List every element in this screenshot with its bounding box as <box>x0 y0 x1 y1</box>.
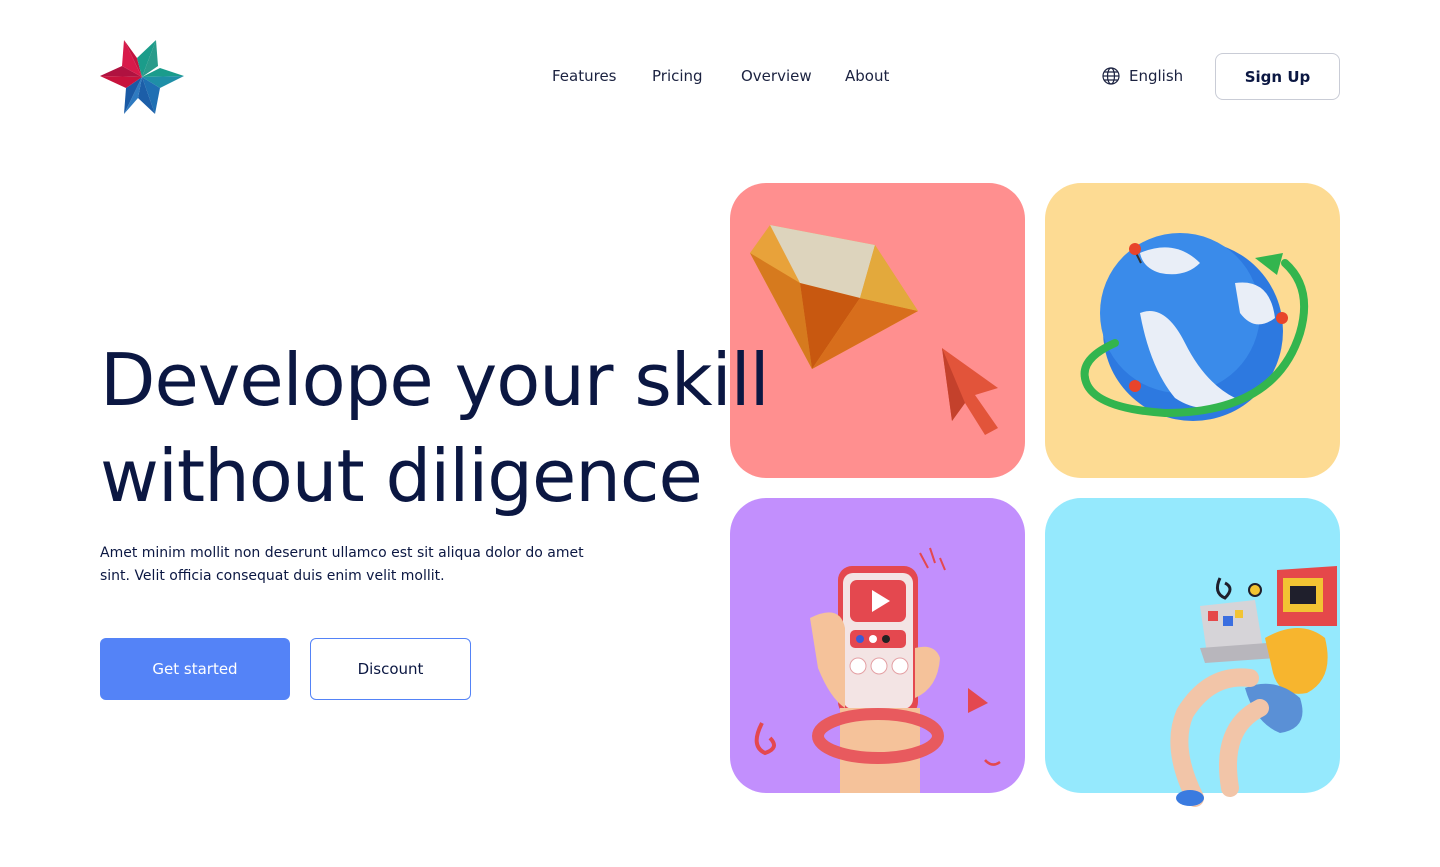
get-started-button[interactable]: Get started <box>100 638 290 700</box>
diamond-cursor-illustration <box>750 225 998 435</box>
tile-person <box>1045 498 1340 807</box>
person-laptop-illustration <box>1170 566 1337 807</box>
signup-button[interactable]: Sign Up <box>1215 53 1340 100</box>
language-label: English <box>1129 67 1184 85</box>
globe-icon <box>1102 67 1120 85</box>
hero-headline: Develope your skill without diligence <box>100 332 770 524</box>
nav-overview[interactable]: Overview <box>741 66 812 86</box>
headline-line-2: without diligence <box>100 434 703 518</box>
headline-line-1: Develope your skill <box>100 338 770 422</box>
tile-phone <box>730 498 1025 793</box>
nav-about[interactable]: About <box>845 66 889 86</box>
pinwheel-star-logo[interactable] <box>100 38 184 116</box>
globe-orbit-illustration <box>1080 233 1309 421</box>
hero-description: Amet minim mollit non deserunt ullamco e… <box>100 545 584 584</box>
nav-features[interactable]: Features <box>552 66 617 86</box>
discount-button[interactable]: Discount <box>310 638 471 700</box>
nav-pricing[interactable]: Pricing <box>652 66 703 86</box>
phone-video-illustration <box>754 547 1001 793</box>
tile-globe <box>1045 183 1340 478</box>
language-selector[interactable]: English <box>1102 66 1183 86</box>
tile-diamond <box>730 183 1025 478</box>
